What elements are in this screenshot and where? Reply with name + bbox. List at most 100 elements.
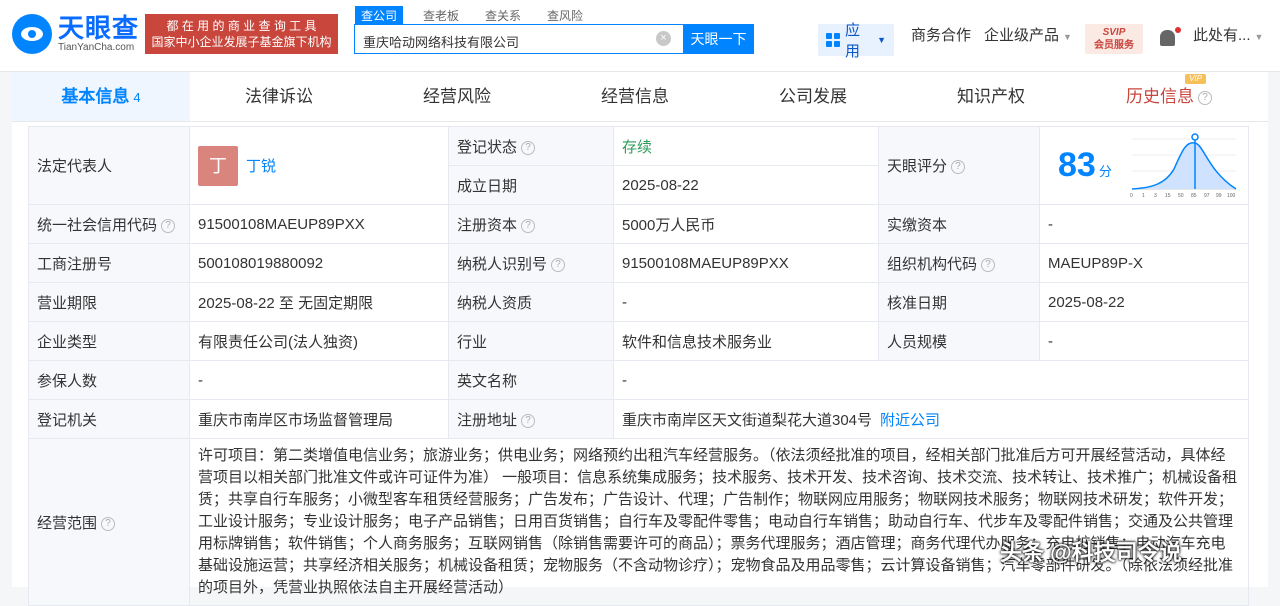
tick-label: 85: [1191, 193, 1197, 199]
scope-value: 许可项目：第二类增值电信业务；旅游业务；供电业务；网络预约出租汽车经营服务。（依…: [189, 438, 1249, 606]
legal-rep-cell: 丁丁锐: [189, 126, 449, 205]
scope-label: 经营范围?: [28, 438, 190, 606]
score-cell: 83 分 0 1 3 15 50 85 97 99 100: [1039, 126, 1249, 205]
industry-value: 软件和信息技术服务业: [613, 321, 879, 361]
search-input[interactable]: 重庆哈动网络科技有限公司 ×: [354, 24, 684, 54]
tick-label: 50: [1178, 193, 1184, 199]
search-tab-relation[interactable]: 查关系: [479, 6, 527, 25]
tick-label: 0: [1130, 193, 1133, 199]
tick-label: 97: [1204, 193, 1210, 199]
help-icon[interactable]: ?: [551, 257, 566, 272]
address-label: 注册地址?: [448, 399, 614, 439]
search-type-tabs: 查公司 查老板 查关系 查风险: [355, 6, 603, 25]
credit-code-value: 91500108MAEUP89PXX: [189, 204, 449, 244]
status-label: 登记状态?: [448, 126, 614, 166]
address-cell: 重庆市南岸区天文街道梨花大道304号 附近公司: [613, 399, 1249, 439]
tick-label: 100: [1227, 193, 1236, 199]
bell-icon[interactable]: [1160, 30, 1175, 46]
established-value: 2025-08-22: [613, 165, 879, 205]
biz-reg-label: 工商注册号: [28, 243, 190, 283]
insured-label: 参保人数: [28, 360, 190, 400]
vip-tag: VIP: [1185, 74, 1206, 84]
staff-label: 人员规模: [878, 321, 1040, 361]
reg-capital-value: 5000万人民币: [613, 204, 879, 244]
reg-capital-label: 注册资本?: [448, 204, 614, 244]
eye-logo-icon: [12, 14, 52, 54]
help-icon[interactable]: ?: [521, 140, 536, 155]
score-unit: 分: [1098, 164, 1112, 179]
help-icon[interactable]: ?: [521, 413, 536, 428]
taxpayer-id-value: 91500108MAEUP89PXX: [613, 243, 879, 283]
help-icon[interactable]: ?: [161, 218, 176, 233]
tab-history[interactable]: 历史信息? VIP: [1080, 72, 1258, 121]
org-code-label: 组织机构代码?: [878, 243, 1040, 283]
score-axis-ticks: 0 1 3 15 50 85 97 99 100: [1130, 193, 1236, 199]
tab-operation[interactable]: 经营信息: [546, 72, 724, 121]
established-label: 成立日期: [448, 165, 614, 205]
term-label: 营业期限: [28, 282, 190, 322]
tab-legal[interactable]: 法律诉讼: [190, 72, 368, 121]
tick-label: 1: [1142, 193, 1145, 199]
approve-label: 核准日期: [878, 282, 1040, 322]
search-button[interactable]: 天眼一下: [683, 24, 754, 54]
top-header: 天眼查 TianYanCha.com 都 在 用 的 商 业 查 询 工 具 国…: [0, 0, 1280, 72]
clear-icon[interactable]: ×: [656, 31, 671, 46]
authority-label: 登记机关: [28, 399, 190, 439]
logo-domain: TianYanCha.com: [58, 42, 135, 53]
tab-ip[interactable]: 知识产权: [902, 72, 1080, 121]
watermark: 头条 @科技司令说: [1000, 540, 1182, 565]
taxpayer-id-label: 纳税人识别号?: [448, 243, 614, 283]
term-value: 2025-08-22 至 无固定期限: [189, 282, 449, 322]
insured-value: -: [189, 360, 449, 400]
search-tab-company[interactable]: 查公司: [355, 6, 404, 25]
basic-info-table: 法定代表人 丁丁锐 登记状态? 存续 天眼评分? 83 分 0 1 3 15 5…: [28, 126, 1249, 606]
search-tab-boss[interactable]: 查老板: [417, 6, 465, 25]
tab-basic-info[interactable]: 基本信息 4: [12, 72, 190, 121]
nearby-companies-link[interactable]: 附近公司: [880, 412, 940, 429]
tick-label: 3: [1154, 193, 1157, 199]
tab-development[interactable]: 公司发展: [724, 72, 902, 121]
business-link[interactable]: 商务合作: [911, 24, 971, 45]
help-icon[interactable]: ?: [951, 160, 966, 175]
type-label: 企业类型: [28, 321, 190, 361]
notification-dot: [1175, 27, 1181, 33]
tick-label: 15: [1165, 193, 1171, 199]
main-content: 基本信息 4 法律诉讼 经营风险 经营信息 公司发展 知识产权 历史信息? VIP …: [12, 72, 1268, 606]
biz-reg-value: 500108019880092: [189, 243, 449, 283]
help-icon[interactable]: ?: [101, 516, 116, 531]
enterprise-menu[interactable]: 企业级产品 ▼: [984, 24, 1072, 45]
chevron-down-icon: ▼: [877, 35, 886, 45]
search-tab-risk[interactable]: 查风险: [541, 6, 589, 25]
logo[interactable]: 天眼查 TianYanCha.com: [12, 14, 139, 54]
approve-value: 2025-08-22: [1039, 282, 1249, 322]
status-value: 存续: [613, 126, 879, 166]
apps-menu[interactable]: 应用 ▼: [818, 22, 894, 60]
legal-rep-name-link[interactable]: 丁锐: [246, 158, 276, 175]
svip-button[interactable]: SVIP 会员服务: [1085, 24, 1143, 54]
user-menu[interactable]: 此处有... ▼: [1193, 24, 1263, 45]
taxpayer-qual-value: -: [613, 282, 879, 322]
credit-code-label: 统一社会信用代码?: [28, 204, 190, 244]
tab-risk[interactable]: 经营风险: [368, 72, 546, 121]
chevron-down-icon: ▼: [1254, 32, 1264, 42]
avatar[interactable]: 丁: [198, 145, 238, 186]
score-distribution-chart: 0 1 3 15 50 85 97 99 100: [1130, 132, 1237, 199]
address-value: 重庆市南岸区天文街道梨花大道304号: [622, 411, 873, 429]
org-code-value: MAEUP89P-X: [1039, 243, 1249, 283]
help-icon[interactable]: ?: [981, 257, 996, 272]
help-icon[interactable]: ?: [521, 218, 536, 233]
score-value: 83: [1058, 146, 1096, 184]
slogan-banner: 都 在 用 的 商 业 查 询 工 具 国家中小企业发展子基金旗下机构: [145, 14, 338, 54]
legal-rep-label: 法定代表人: [28, 126, 190, 205]
authority-value: 重庆市南岸区市场监督管理局: [189, 399, 449, 439]
en-name-label: 英文名称: [448, 360, 614, 400]
help-icon[interactable]: ?: [1198, 90, 1212, 105]
staff-value: -: [1039, 321, 1249, 361]
tick-label: 99: [1216, 193, 1222, 199]
taxpayer-qual-label: 纳税人资质: [448, 282, 614, 322]
type-value: 有限责任公司(法人独资): [189, 321, 449, 361]
industry-label: 行业: [448, 321, 614, 361]
logo-text: 天眼查: [58, 13, 140, 43]
paid-capital-value: -: [1039, 204, 1249, 244]
paid-capital-label: 实缴资本: [878, 204, 1040, 244]
